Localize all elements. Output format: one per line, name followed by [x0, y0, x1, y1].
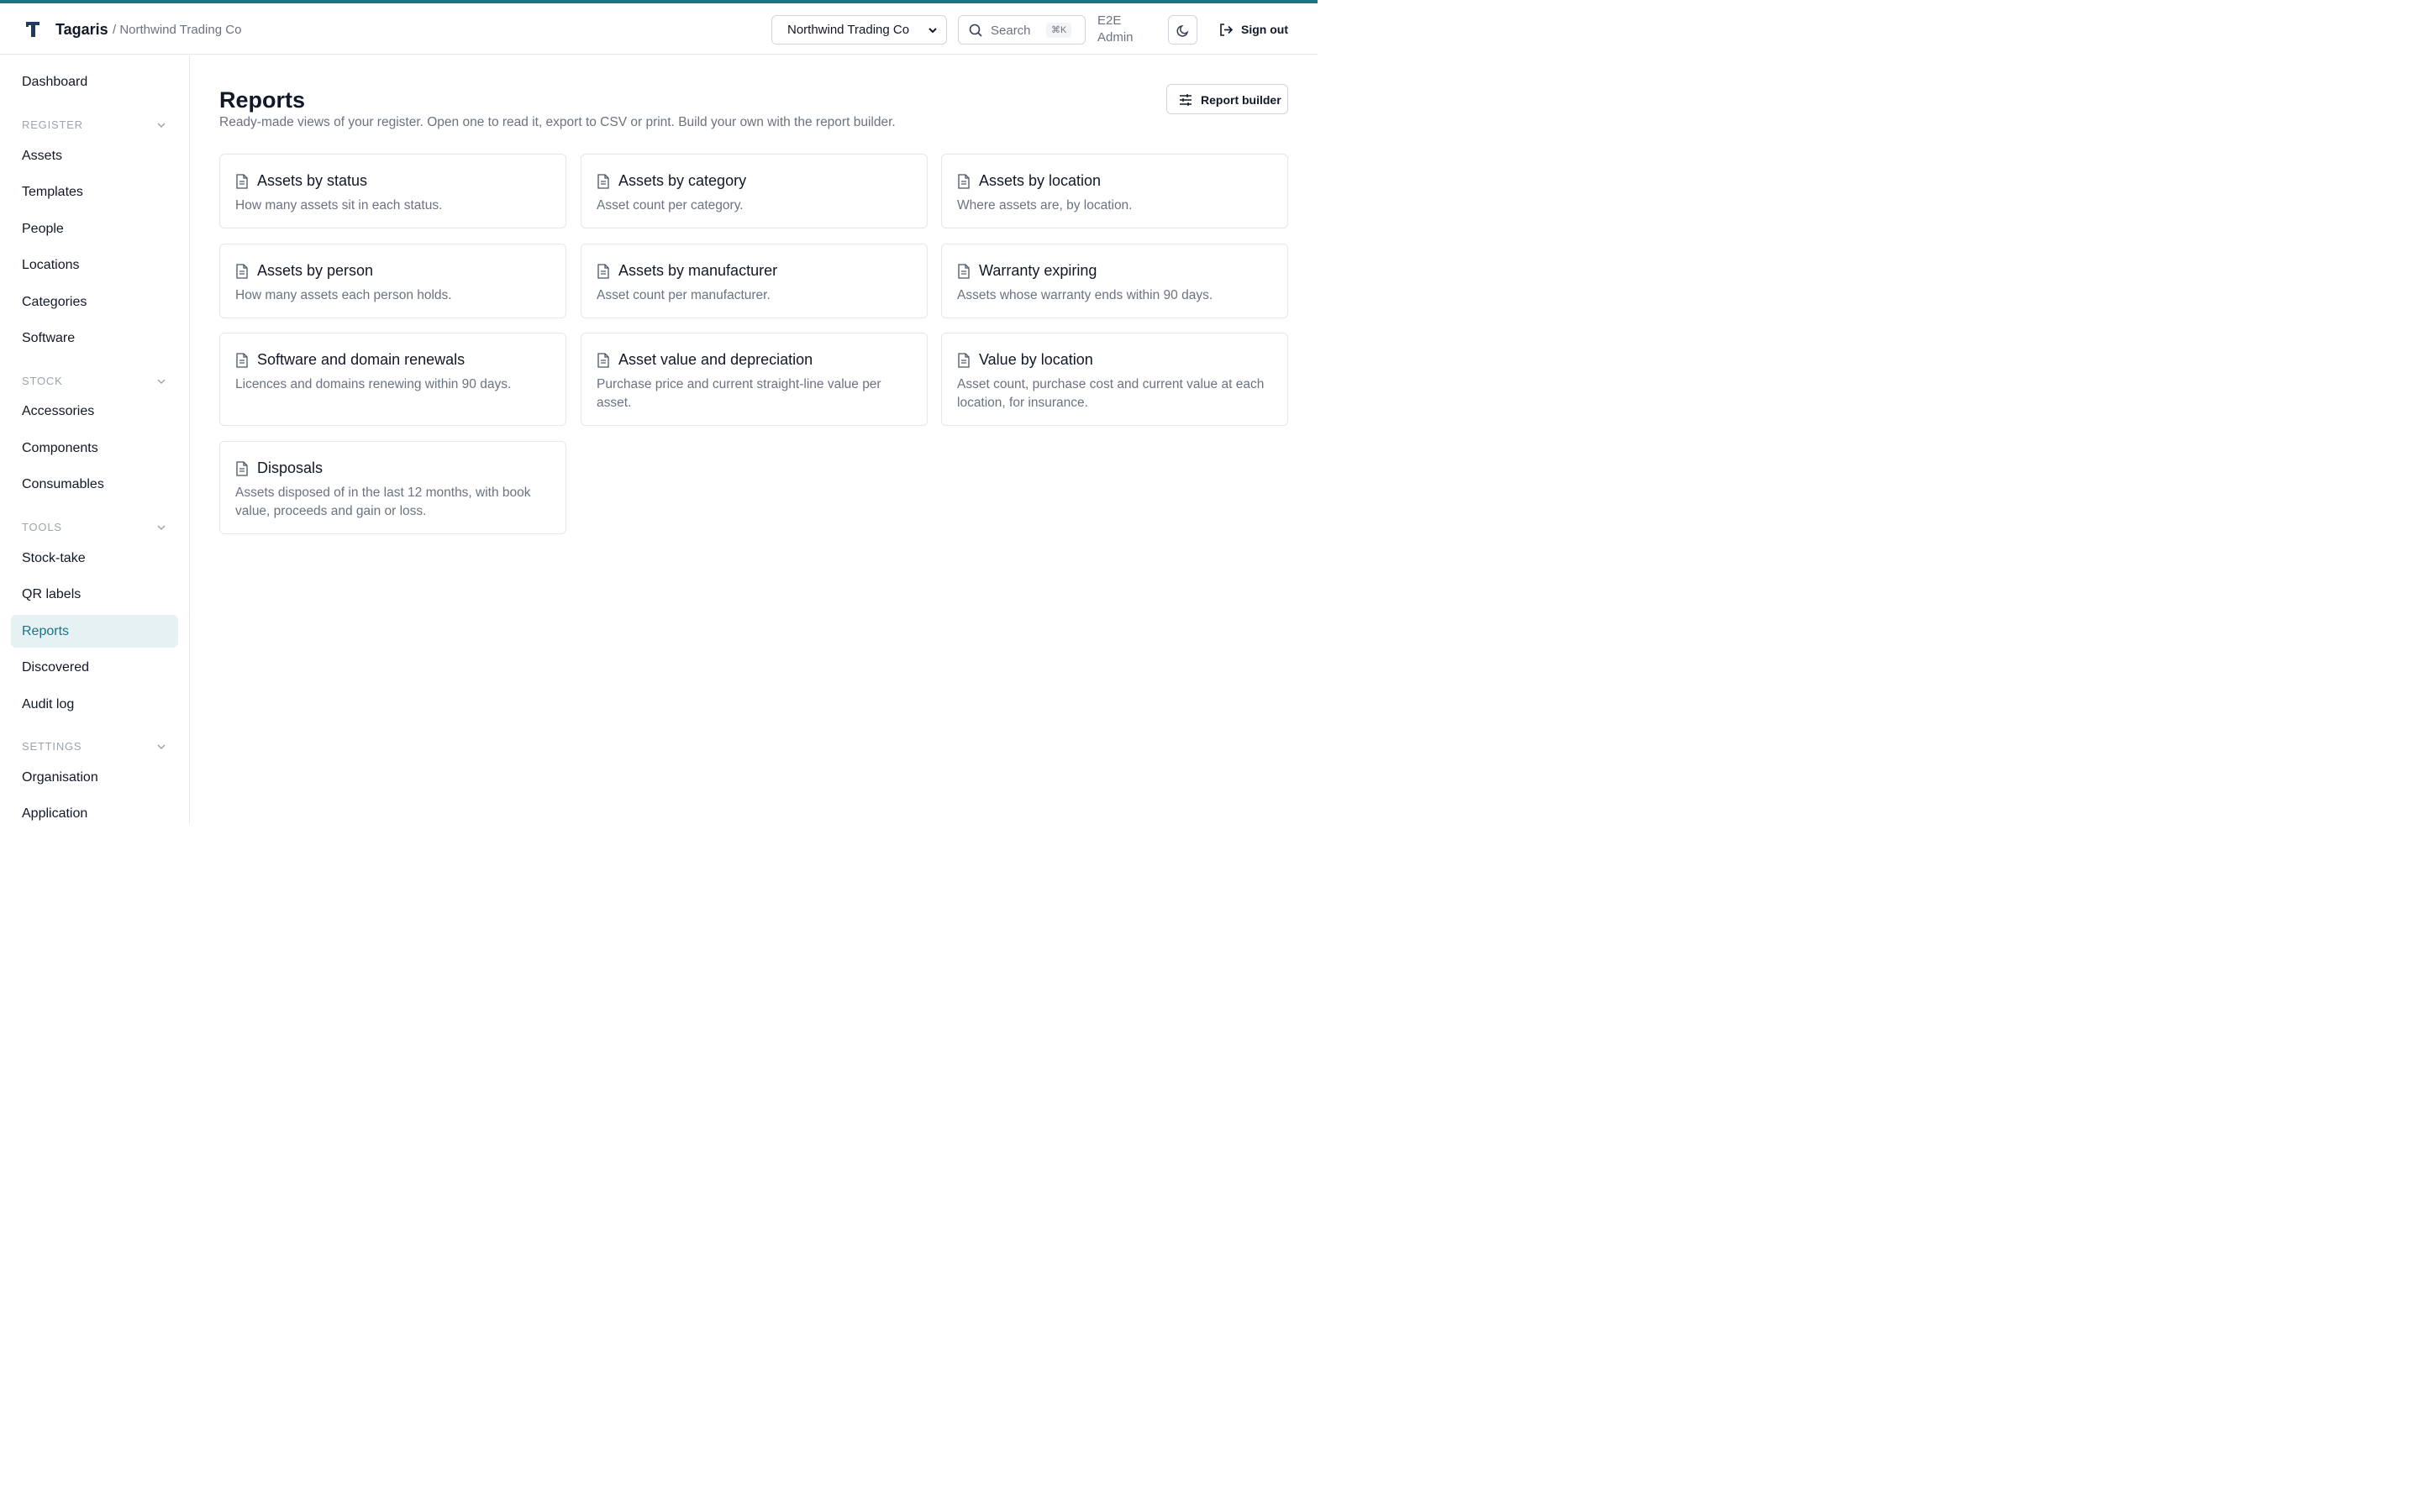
sidebar-section-label: STOCK	[22, 375, 63, 387]
report-card-description: Where assets are, by location.	[957, 198, 1133, 213]
report-card-assets-by-manufacturer[interactable]: Assets by manufacturer Asset count per m…	[581, 244, 928, 318]
sidebar-section-register[interactable]: REGISTER	[22, 118, 166, 131]
report-builder-button[interactable]: Report builder	[1166, 84, 1288, 114]
report-card-title: Asset value and depreciation	[618, 351, 813, 368]
sidebar-item-templates[interactable]: Templates	[11, 176, 178, 208]
report-card-description: Assets whose warranty ends within 90 day…	[957, 288, 1213, 302]
search-shortcut: ⌘K	[1046, 23, 1072, 38]
search-button[interactable]: Search ⌘K	[958, 15, 1086, 45]
document-icon	[958, 174, 970, 189]
document-icon	[958, 353, 970, 368]
report-card-assets-by-category[interactable]: Assets by category Asset count per categ…	[581, 154, 928, 228]
sign-out-icon	[1220, 24, 1234, 36]
report-card-description: Asset count per manufacturer.	[597, 288, 771, 302]
theme-toggle-button[interactable]	[1168, 15, 1197, 45]
document-icon	[236, 353, 248, 368]
document-icon	[597, 353, 609, 368]
user-name: E2E Admin	[1097, 13, 1134, 45]
sidebar-item-software[interactable]: Software	[11, 322, 178, 354]
report-card-description: Licences and domains renewing within 90 …	[235, 377, 512, 391]
chevron-down-icon	[157, 123, 166, 129]
sidebar-item-application[interactable]: Application	[11, 797, 178, 823]
sidebar-item-categories[interactable]: Categories	[11, 286, 178, 318]
sidebar-item-dashboard[interactable]: Dashboard	[11, 66, 178, 98]
sidebar-item-reports[interactable]: Reports	[11, 615, 178, 648]
report-card-title: Warranty expiring	[979, 262, 1097, 279]
chevron-down-icon	[157, 525, 166, 531]
tagaris-logo-icon[interactable]	[25, 20, 42, 39]
sidebar-section-settings[interactable]: SETTINGS	[22, 740, 166, 753]
document-icon	[597, 264, 609, 279]
sidebar-section-label: REGISTER	[22, 118, 83, 131]
report-card-description: How many assets each person holds.	[235, 288, 452, 302]
report-card-asset-value-depreciation[interactable]: Asset value and depreciation Purchase pr…	[581, 333, 928, 426]
report-card-title: Assets by manufacturer	[618, 262, 778, 279]
report-card-title: Assets by status	[257, 172, 368, 189]
sliders-icon	[1180, 94, 1192, 106]
sidebar-item-qr-labels[interactable]: QR labels	[11, 578, 178, 611]
report-card-description: Asset count, purchase cost and current v…	[957, 377, 1265, 410]
sidebar-section-label: SETTINGS	[22, 740, 82, 753]
document-icon	[597, 174, 609, 189]
report-card-value-by-location[interactable]: Value by location Asset count, purchase …	[941, 333, 1288, 426]
sidebar-item-assets[interactable]: Assets	[11, 139, 178, 172]
document-icon	[236, 461, 248, 476]
sidebar: Dashboard REGISTER Assets Templates Peop…	[0, 55, 190, 823]
header: Tagaris / Northwind Trading Co Northwind…	[0, 3, 1318, 55]
sidebar-section-stock[interactable]: STOCK	[22, 375, 166, 387]
organisation-select-value: Northwind Trading Co	[787, 23, 910, 37]
organisation-select[interactable]: Northwind Trading Co	[771, 15, 947, 45]
report-card-software-domain-renewals[interactable]: Software and domain renewals Licences an…	[219, 333, 566, 426]
report-card-title: Assets by category	[618, 172, 747, 189]
report-card-disposals[interactable]: Disposals Assets disposed of in the last…	[219, 441, 566, 534]
report-card-assets-by-status[interactable]: Assets by status How many assets sit in …	[219, 154, 566, 228]
sidebar-item-audit-log[interactable]: Audit log	[11, 688, 178, 721]
sign-out-button[interactable]: Sign out	[1210, 15, 1294, 45]
main-content: Reports Ready-made views of your registe…	[191, 55, 1318, 823]
report-card-warranty-expiring[interactable]: Warranty expiring Assets whose warranty …	[941, 244, 1288, 318]
report-builder-label: Report builder	[1201, 93, 1281, 107]
document-icon	[236, 174, 248, 189]
chevron-down-icon	[157, 379, 166, 385]
chevron-down-icon	[929, 28, 937, 34]
report-card-description: How many assets sit in each status.	[235, 198, 443, 213]
report-card-description: Purchase price and current straight-line…	[597, 377, 881, 410]
sidebar-item-organisation[interactable]: Organisation	[11, 761, 178, 794]
search-icon	[969, 24, 982, 37]
document-icon	[236, 264, 248, 279]
moon-icon	[1176, 24, 1189, 37]
report-card-assets-by-location[interactable]: Assets by location Where assets are, by …	[941, 154, 1288, 228]
sidebar-item-stock-take[interactable]: Stock-take	[11, 542, 178, 575]
sidebar-item-people[interactable]: People	[11, 213, 178, 245]
document-icon	[958, 264, 970, 279]
report-card-assets-by-person[interactable]: Assets by person How many assets each pe…	[219, 244, 566, 318]
chevron-down-icon	[157, 744, 166, 750]
brand-name[interactable]: Tagaris	[55, 21, 108, 39]
sidebar-item-locations[interactable]: Locations	[11, 249, 178, 281]
report-card-title: Assets by location	[979, 172, 1102, 189]
sidebar-item-accessories[interactable]: Accessories	[11, 395, 178, 428]
sidebar-section-label: TOOLS	[22, 521, 62, 533]
report-card-description: Asset count per category.	[597, 198, 744, 213]
report-card-title: Assets by person	[257, 262, 374, 279]
sidebar-item-consumables[interactable]: Consumables	[11, 468, 178, 501]
report-card-title: Software and domain renewals	[257, 351, 466, 368]
report-card-description: Assets disposed of in the last 12 months…	[235, 486, 531, 518]
search-placeholder: Search	[991, 24, 1031, 38]
page-subtitle: Ready-made views of your register. Open …	[219, 115, 896, 129]
report-card-title: Disposals	[257, 459, 324, 476]
report-card-title: Value by location	[979, 351, 1093, 368]
sidebar-section-tools[interactable]: TOOLS	[22, 521, 166, 533]
sidebar-item-components[interactable]: Components	[11, 432, 178, 465]
breadcrumb: / Northwind Trading Co	[113, 23, 242, 37]
sign-out-label: Sign out	[1241, 23, 1288, 36]
page-title: Reports	[219, 87, 306, 113]
sidebar-item-discovered[interactable]: Discovered	[11, 651, 178, 684]
